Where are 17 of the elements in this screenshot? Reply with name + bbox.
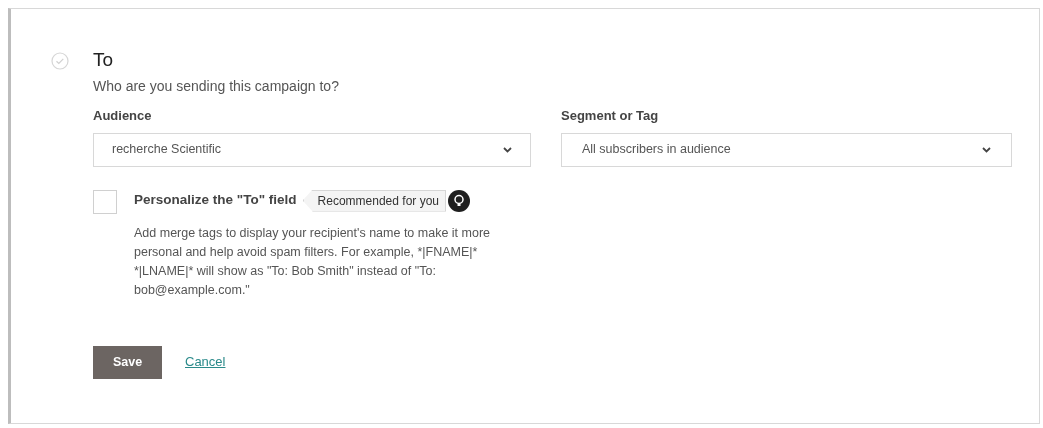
dropdown-value: All subscribers in audience bbox=[582, 141, 731, 159]
segment-dropdown[interactable]: All subscribers in audience bbox=[561, 132, 1012, 167]
field-label: Audience bbox=[93, 107, 153, 125]
chevron-down-icon bbox=[982, 146, 991, 153]
dropdown-value: recherche Scientific bbox=[112, 141, 222, 159]
chevron-down-icon bbox=[503, 146, 512, 153]
section-title: To bbox=[93, 49, 115, 71]
lightbulb-icon bbox=[448, 189, 470, 212]
recommended-badge: Recommended for you bbox=[302, 189, 446, 212]
cancel-link[interactable]: Cancel bbox=[185, 352, 226, 372]
save-button[interactable]: Save bbox=[93, 345, 162, 379]
audience-dropdown[interactable]: recherche Scientific bbox=[93, 132, 531, 167]
field-label: Segment or Tag bbox=[561, 107, 660, 125]
checkbox-label: Personalize the "To" field bbox=[134, 191, 297, 210]
description-text: Add merge tags to display your recipient's name to make it more personal and help avoid spam filters. For example, *|FNAME|* *|LNAME|* will show as "To: Bob Smith" instead of "To: bob@example.com." bbox=[134, 224, 492, 299]
section-subtitle: Who are you sending this campaign to? bbox=[93, 77, 340, 96]
checkbox[interactable] bbox=[93, 189, 117, 214]
